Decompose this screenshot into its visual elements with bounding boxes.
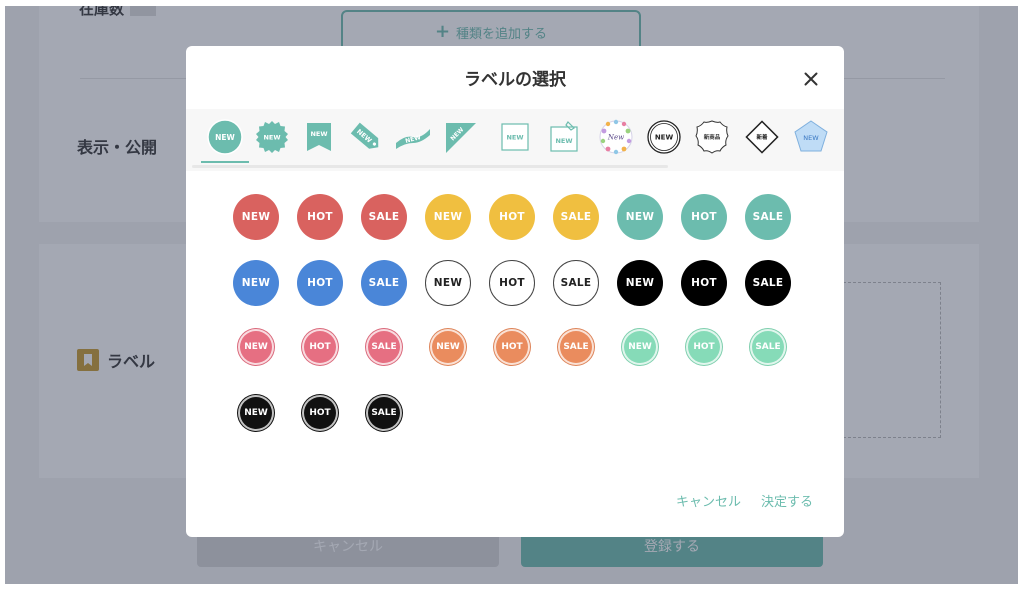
label-option-sale[interactable]: SALE [749,328,787,366]
label-option-hot[interactable]: HOT [681,194,727,240]
label-option-text: NEW [433,277,463,289]
label-option-text: HOT [307,277,333,289]
label-option-new[interactable]: NEW [237,328,275,366]
label-option-hot[interactable]: HOT [489,260,535,306]
label-option-hot[interactable]: HOT [297,260,343,306]
label-option-text: HOT [693,342,715,352]
label-option-new[interactable]: NEW [429,328,467,366]
label-option-text: HOT [307,211,333,223]
label-select-modal: ラベルの選択 NEW NEW NEW NEW NEW NEW NEW NEW N… [186,46,844,537]
label-option-new[interactable]: NEW [233,260,279,306]
label-option-sale[interactable]: SALE [361,194,407,240]
label-option-text: NEW [628,342,652,352]
label-option-sale[interactable]: SALE [553,260,599,306]
label-option-text: SALE [368,277,400,289]
label-option-sale[interactable]: SALE [553,194,599,240]
label-option-text: SALE [371,342,397,352]
label-option-new[interactable]: NEW [425,260,471,306]
label-option-hot[interactable]: HOT [297,194,343,240]
label-option-new[interactable]: NEW [621,328,659,366]
label-option-text: NEW [244,342,268,352]
label-option-text: NEW [625,211,655,223]
label-option-hot[interactable]: HOT [493,328,531,366]
label-option-text: SALE [368,211,400,223]
label-option-hot[interactable]: HOT [685,328,723,366]
label-option-hot[interactable]: HOT [301,328,339,366]
label-option-text: HOT [501,342,523,352]
label-option-text: SALE [371,408,397,418]
modal-cancel-button[interactable]: キャンセル [676,491,741,510]
label-option-text: NEW [436,342,460,352]
label-option-sale[interactable]: SALE [365,394,403,432]
label-option-text: HOT [309,408,331,418]
label-option-hot[interactable]: HOT [301,394,339,432]
page-frame: 在庫数 + 種類を追加する 表示・公開 ラベル キャンセル 登録する ラベルの選… [5,6,1018,584]
label-option-text: NEW [244,408,268,418]
label-option-sale[interactable]: SALE [745,260,791,306]
label-option-text: NEW [241,277,271,289]
label-option-text: SALE [752,211,784,223]
label-option-new[interactable]: NEW [425,194,471,240]
label-grid: NEW HOT SALE NEW HOT SALE NEW HOT SALE NEW HOT SALE… [186,46,844,537]
label-option-text: SALE [563,342,589,352]
label-option-text: HOT [499,211,525,223]
label-option-new[interactable]: NEW [237,394,275,432]
label-option-sale[interactable]: SALE [745,194,791,240]
label-option-text: NEW [625,277,655,289]
label-option-hot[interactable]: HOT [489,194,535,240]
label-option-text: SALE [752,277,784,289]
label-option-new[interactable]: NEW [233,194,279,240]
label-option-text: SALE [560,277,592,289]
label-option-text: SALE [560,211,592,223]
label-option-text: SALE [755,342,781,352]
label-option-hot[interactable]: HOT [681,260,727,306]
label-option-text: HOT [691,211,717,223]
label-option-sale[interactable]: SALE [557,328,595,366]
label-option-new[interactable]: NEW [617,260,663,306]
confirm-button[interactable]: 決定する [761,491,813,510]
label-option-new[interactable]: NEW [617,194,663,240]
label-option-text: HOT [691,277,717,289]
label-option-sale[interactable]: SALE [365,328,403,366]
label-option-text: NEW [433,211,463,223]
label-option-text: HOT [309,342,331,352]
label-option-text: HOT [499,277,525,289]
label-option-sale[interactable]: SALE [361,260,407,306]
label-option-text: NEW [241,211,271,223]
